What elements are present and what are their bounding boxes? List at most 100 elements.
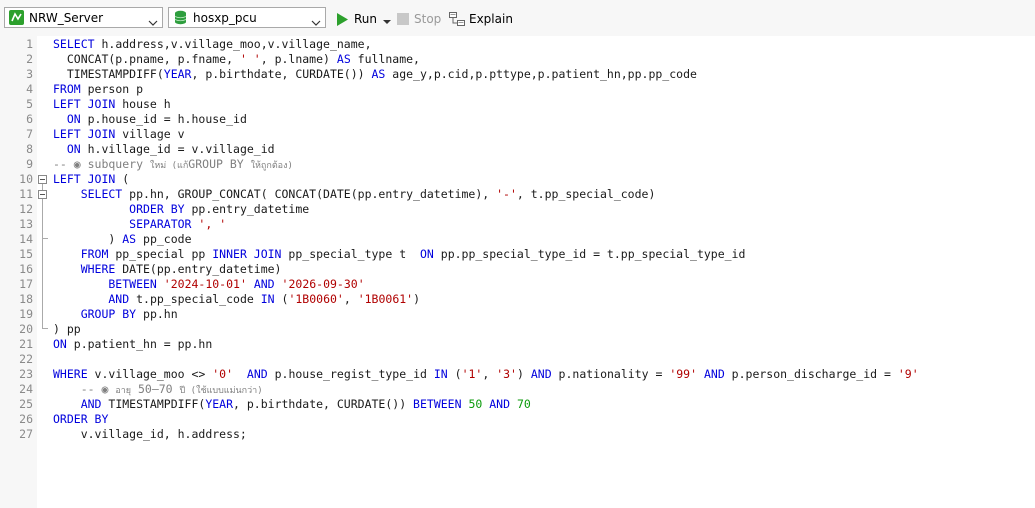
code-line[interactable]: SEPARATOR ', ' <box>53 217 226 232</box>
code-line[interactable]: GROUP BY pp.hn <box>53 307 178 322</box>
keyword-token: LEFT JOIN <box>53 172 116 186</box>
comment-token: ใหม่ (แก้ <box>149 161 189 171</box>
code-line[interactable]: v.village_id, h.address; <box>53 427 247 442</box>
code-token: p.house_regist_type_id <box>267 367 434 381</box>
keyword-token: FROM <box>53 82 81 96</box>
keyword-token: INNER JOIN <box>212 247 282 261</box>
stop-button[interactable]: Stop <box>397 9 441 29</box>
code-token: pp.hn, GROUP_CONCAT( CONCAT(DATE(pp.entr… <box>122 187 497 201</box>
fold-toggle[interactable] <box>38 175 47 184</box>
string-token: '3' <box>496 367 517 381</box>
code-line[interactable]: CONCAT(p.pname, p.fname, ' ', p.lname) A… <box>53 52 420 67</box>
line-number-gutter: 1 2 3 4 5 6 7 8 9 10 11 12 13 14 15 16 17 18 19 20 21 22 23 24 2… <box>0 36 37 508</box>
code-token: ) pp <box>53 322 81 336</box>
line-number: 22 <box>19 352 33 366</box>
line-number: 14 <box>19 232 33 246</box>
line-number: 15 <box>19 247 33 261</box>
code-token: TIMESTAMPDIFF( <box>101 397 206 411</box>
code-line[interactable]: ON p.house_id = h.house_id <box>53 112 247 127</box>
comment-token: -- ◉ subquery <box>53 157 150 171</box>
code-token: ( <box>447 367 462 381</box>
fold-toggle[interactable] <box>38 190 47 199</box>
run-button[interactable]: Run <box>336 9 392 29</box>
keyword-token: ON <box>53 142 81 156</box>
code-line[interactable]: FROM pp_special pp INNER JOIN pp_special… <box>53 247 746 262</box>
code-token: pp_code <box>136 232 192 246</box>
explain-button[interactable]: Explain <box>449 9 513 29</box>
string-token: '1' <box>461 367 483 381</box>
code-line[interactable]: LEFT JOIN house h <box>53 97 171 112</box>
sql-editor[interactable]: 1 2 3 4 5 6 7 8 9 10 11 12 13 14 15 16 17 18 19 20 21 22 23 24 2… <box>0 36 1035 508</box>
code-line[interactable]: SELECT h.address,v.village_moo,v.village… <box>53 37 372 52</box>
code-token: pp.entry_datetime <box>184 202 310 216</box>
code-line[interactable]: ON h.village_id = v.village_id <box>53 142 275 157</box>
chevron-down-icon <box>148 13 158 26</box>
keyword-token: AND <box>253 277 275 291</box>
chevron-down-icon[interactable] <box>383 15 392 24</box>
keyword-token: SELECT <box>53 37 95 51</box>
code-line[interactable]: WHERE DATE(pp.entry_datetime) <box>53 262 282 277</box>
line-number: 5 <box>26 97 33 111</box>
keyword-token: AND <box>246 367 268 381</box>
code-token: , p.birthdate, CURDATE()) <box>233 397 414 411</box>
code-token: ) <box>413 292 421 306</box>
database-label: hosxp_pcu <box>193 11 257 25</box>
code-line[interactable]: ) pp <box>53 322 81 337</box>
code-line[interactable]: AND t.pp_special_code IN ('1B0060', '1B0… <box>53 292 420 307</box>
code-line[interactable]: ON p.patient_hn = pp.hn <box>53 337 212 352</box>
code-line[interactable]: LEFT JOIN ( <box>53 172 129 187</box>
line-number: 11 <box>19 187 33 201</box>
code-line[interactable]: AND TIMESTAMPDIFF(YEAR, p.birthdate, CUR… <box>53 397 531 412</box>
database-select[interactable]: hosxp_pcu <box>168 7 326 28</box>
keyword-token: SELECT <box>53 187 123 201</box>
string-token: '99' <box>669 367 698 381</box>
line-number: 19 <box>19 307 33 321</box>
code-token: , <box>482 367 497 381</box>
code-token: , <box>343 292 358 306</box>
connection-select[interactable]: NRW_Server <box>4 7 163 28</box>
keyword-token: LEFT JOIN <box>53 97 116 111</box>
comment-token: ให้ถูกต้อง) <box>250 161 293 171</box>
comment-token: ปี (ใช้แบบแม่นกว่า) <box>179 386 263 396</box>
connection-icon <box>9 10 24 25</box>
line-number: 8 <box>26 142 33 156</box>
chevron-down-icon <box>311 13 321 26</box>
line-number: 27 <box>19 427 33 441</box>
code-line[interactable]: SELECT pp.hn, GROUP_CONCAT( CONCAT(DATE(… <box>53 187 656 202</box>
code-token: t.pp_special_code <box>129 292 261 306</box>
code-token: v.village_id, h.address; <box>53 427 247 441</box>
string-token: '2026-09-30' <box>281 277 365 291</box>
keyword-token: BETWEEN <box>53 277 157 291</box>
code-line[interactable]: ) AS pp_code <box>53 232 192 247</box>
code-token: p.house_id = h.house_id <box>80 112 247 126</box>
line-number: 7 <box>26 127 33 141</box>
string-token: '-' <box>496 187 517 201</box>
code-token: age_y,p.cid,p.pttype,p.patient_hn,pp.pp_… <box>385 67 697 81</box>
code-line[interactable]: BETWEEN '2024-10-01' AND '2026-09-30' <box>53 277 365 292</box>
code-line[interactable]: ORDER BY pp.entry_datetime <box>53 202 309 217</box>
code-line[interactable]: WHERE v.village_moo <> '0' AND p.house_r… <box>53 367 919 382</box>
code-line[interactable]: FROM person p <box>53 82 143 97</box>
code-token: pp_special_type t <box>281 247 420 261</box>
keyword-token: ON <box>53 112 81 126</box>
comment-token: อายุ <box>115 386 132 396</box>
line-number: 18 <box>19 292 33 306</box>
code-token: ( <box>115 172 130 186</box>
code-token: , p.birthdate, CURDATE()) <box>191 67 372 81</box>
code-line[interactable]: TIMESTAMPDIFF(YEAR, p.birthdate, CURDATE… <box>53 67 697 82</box>
explain-label: Explain <box>469 12 513 26</box>
keyword-token: AS <box>336 52 351 66</box>
line-number: 12 <box>19 202 33 216</box>
keyword-token: AND <box>703 367 725 381</box>
keyword-token: FROM <box>53 247 109 261</box>
line-number: 23 <box>19 367 33 381</box>
code-line[interactable]: LEFT JOIN village v <box>53 127 185 142</box>
code-token: village v <box>115 127 185 141</box>
code-line[interactable]: ORDER BY <box>53 412 108 427</box>
string-token: '1B0060' <box>288 292 344 306</box>
keyword-token: IN <box>433 367 448 381</box>
